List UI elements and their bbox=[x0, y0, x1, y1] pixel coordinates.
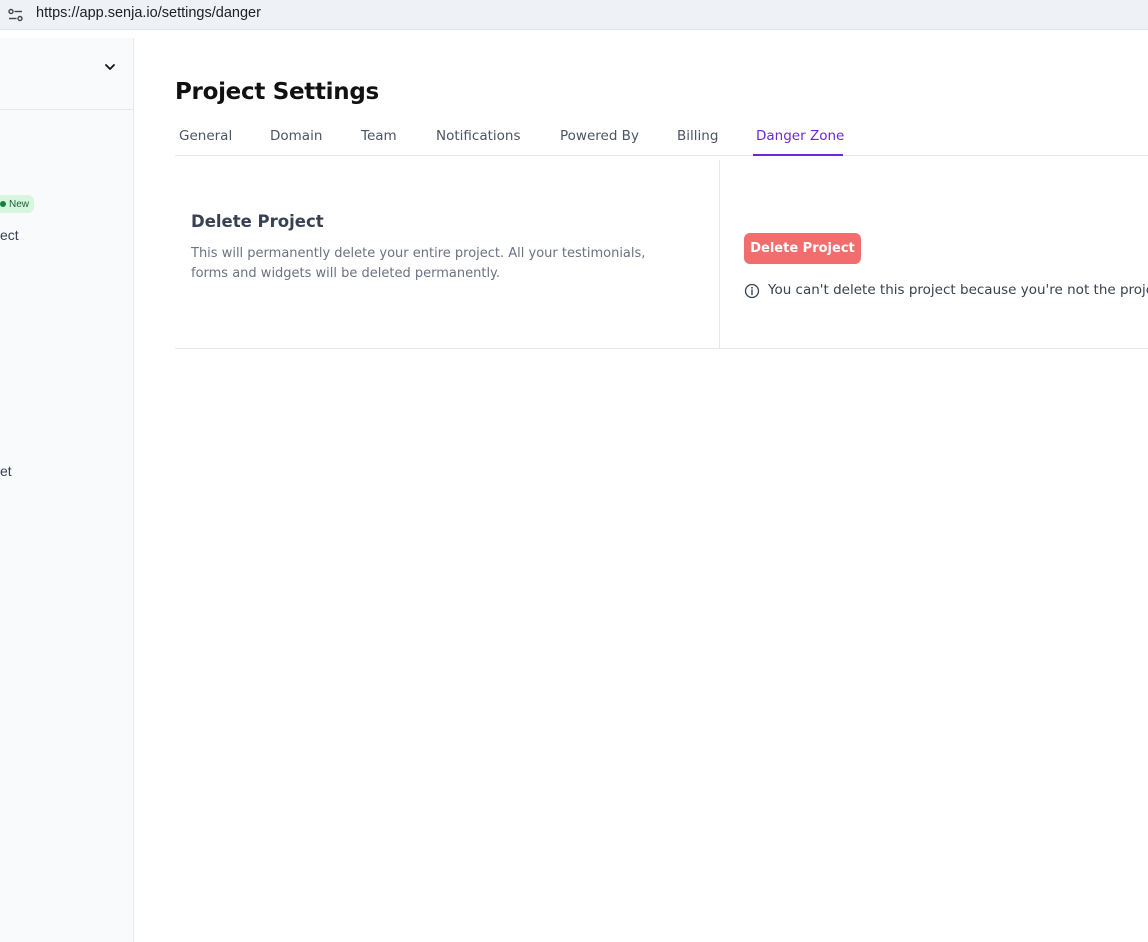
badge-dot-icon bbox=[0, 201, 6, 207]
info-icon bbox=[744, 283, 760, 299]
tab-billing[interactable]: Billing bbox=[677, 128, 718, 144]
main-content: Project Settings General Domain Team Not… bbox=[135, 38, 1148, 942]
page-title: Project Settings bbox=[175, 79, 379, 105]
section-divider bbox=[719, 160, 720, 349]
section-description: This will permanently delete your entire… bbox=[191, 246, 646, 281]
chevron-down-icon[interactable] bbox=[103, 60, 117, 74]
section-title: Delete Project bbox=[191, 212, 324, 231]
delete-project-button[interactable]: Delete Project bbox=[744, 233, 861, 264]
sidebar-item-project[interactable]: ect bbox=[0, 227, 19, 243]
tab-general[interactable]: General bbox=[179, 128, 232, 144]
active-tab-indicator bbox=[753, 154, 843, 156]
tune-icon[interactable] bbox=[8, 8, 23, 22]
tab-domain[interactable]: Domain bbox=[270, 128, 322, 144]
tab-powered-by[interactable]: Powered By bbox=[560, 128, 639, 144]
sidebar-item-lower[interactable]: et bbox=[0, 463, 12, 479]
new-badge: New bbox=[0, 195, 35, 213]
tab-team[interactable]: Team bbox=[361, 128, 397, 144]
settings-tabs: General Domain Team Notifications Powere… bbox=[175, 116, 1148, 156]
tab-danger-zone[interactable]: Danger Zone bbox=[756, 128, 844, 144]
browser-address-bar: https://app.senja.io/settings/danger bbox=[0, 0, 1148, 30]
info-message: You can't delete this project because yo… bbox=[768, 282, 1148, 298]
badge-label: New bbox=[9, 198, 30, 210]
tab-notifications[interactable]: Notifications bbox=[436, 128, 521, 144]
project-switcher[interactable] bbox=[0, 38, 134, 110]
url-text[interactable]: https://app.senja.io/settings/danger bbox=[36, 5, 261, 21]
delete-project-section: Delete Project This will permanently del… bbox=[175, 160, 1148, 349]
sidebar: New ect et bbox=[0, 38, 134, 942]
